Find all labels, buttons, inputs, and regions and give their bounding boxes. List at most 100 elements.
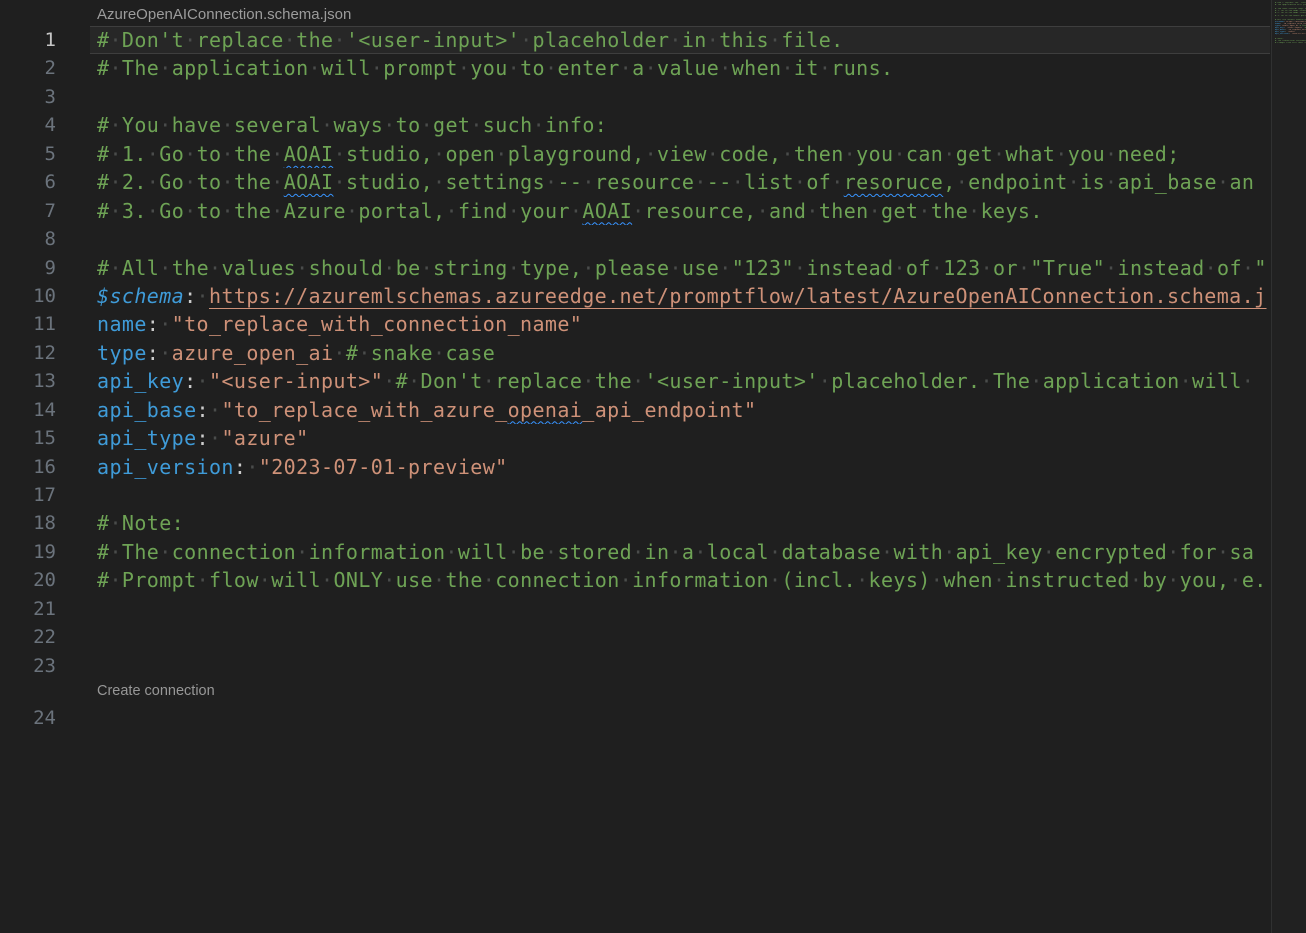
- line-number: 19: [0, 538, 56, 566]
- code-segment: api_base: [97, 398, 197, 422]
- code-segment: "2023-07-01-preview": [259, 455, 508, 479]
- code-segment: :·: [234, 455, 259, 479]
- code-row: 3: [0, 83, 1270, 111]
- line-number: 9: [0, 254, 56, 282]
- code-segment: :·: [197, 426, 222, 450]
- code-segment: #·Prompt·flow·will·ONLY·use·the·connecti…: [97, 568, 1267, 592]
- code-segment: "<user-input>": [209, 369, 383, 393]
- file-title: AzureOpenAIConnection.schema.json: [97, 6, 351, 26]
- line-number: 20: [0, 566, 56, 594]
- code-row: 19 #·The·connection·information·will·be·s…: [0, 538, 1270, 566]
- code-segment: :·: [147, 312, 172, 336]
- code-segment: ·studio,·open·playground,·view·code,·the…: [333, 142, 1179, 166]
- code-line[interactable]: #·All·the·values·should·be·string·type,·…: [90, 254, 1270, 282]
- code-segment: _api_endpoint": [582, 398, 756, 422]
- code-segment: ·#·snake·case: [333, 341, 495, 365]
- code-segment: #·Don't·replace·the·'<user-input>'·place…: [97, 28, 844, 52]
- code-line[interactable]: api_base:·"to_replace_with_azure_openai_…: [90, 396, 1270, 424]
- code-line[interactable]: [90, 225, 1270, 253]
- code-line[interactable]: #·1.·Go·to·the·AOAI·studio,·open·playgro…: [90, 140, 1270, 168]
- code-segment: :·: [184, 369, 209, 393]
- code-line[interactable]: [90, 595, 1270, 623]
- code-segment: api_key: [97, 369, 184, 393]
- code-row: 9 #·All·the·values·should·be·string·type,…: [0, 254, 1270, 282]
- minimap-line: # 3. Go to the Azure portal, find your A…: [1275, 15, 1306, 17]
- code-segment: #·3.·Go·to·the·Azure·portal,·find·your·: [97, 199, 582, 223]
- code-row: 15 api_type:·"azure": [0, 424, 1270, 452]
- line-number: 5: [0, 140, 56, 168]
- minimap-line: [1275, 50, 1306, 52]
- code-row: 20 #·Prompt·flow·will·ONLY·use·the·connec…: [0, 566, 1270, 594]
- code-segment: #·The·connection·information·will·be·sto…: [97, 540, 1254, 564]
- line-number: 6: [0, 168, 56, 196]
- code-line[interactable]: #·You·have·several·ways·to·get·such·info…: [90, 111, 1270, 139]
- minimap[interactable]: # Don't replace the '<user-input>' place…: [1271, 0, 1306, 933]
- code-line[interactable]: type:·azure_open_ai·#·snake·case: [90, 339, 1270, 367]
- code-area[interactable]: 1 #·Don't·replace·the·'<user-input>'·plac…: [0, 26, 1270, 933]
- code-segment: #·The·application·will·prompt·you·to·ent…: [97, 56, 893, 80]
- line-number: 1: [0, 26, 56, 54]
- code-segment: resoruce: [844, 170, 944, 194]
- code-row: 18 #·Note:: [0, 509, 1270, 537]
- code-segment: AOAI: [284, 142, 334, 166]
- code-line[interactable]: $schema:·https://azuremlschemas.azureedg…: [90, 282, 1270, 310]
- code-line[interactable]: #·Don't·replace·the·'<user-input>'·place…: [90, 26, 1270, 54]
- code-segment: #·1.·Go·to·the·: [97, 142, 284, 166]
- code-segment: :·: [184, 284, 209, 308]
- code-segment: name: [97, 312, 147, 336]
- code-segment: #·Note:: [97, 511, 184, 535]
- code-line[interactable]: [90, 652, 1270, 680]
- minimap-line: api_version: "2023-07-01-preview": [1275, 33, 1306, 35]
- codelens-row: Create connection: [0, 680, 1270, 704]
- line-number: 2: [0, 54, 56, 82]
- code-row: 24: [0, 704, 1270, 732]
- line-number: 21: [0, 595, 56, 623]
- code-line[interactable]: #·The·application·will·prompt·you·to·ent…: [90, 54, 1270, 82]
- line-number: 7: [0, 197, 56, 225]
- code-line[interactable]: #·Note:: [90, 509, 1270, 537]
- code-row: 14api_base:·"to_replace_with_azure_opena…: [0, 396, 1270, 424]
- code-line[interactable]: api_type:·"azure": [90, 424, 1270, 452]
- code-row: 10$schema:·https://azuremlschemas.azuree…: [0, 282, 1270, 310]
- code-segment: api_type: [97, 426, 197, 450]
- line-number: 4: [0, 111, 56, 139]
- code-line[interactable]: #·2.·Go·to·the·AOAI·studio,·settings·--·…: [90, 168, 1270, 196]
- code-line[interactable]: [90, 704, 1270, 732]
- code-segment: :·: [147, 341, 172, 365]
- code-line[interactable]: #·Prompt·flow·will·ONLY·use·the·connecti…: [90, 566, 1270, 594]
- code-line[interactable]: [90, 623, 1270, 651]
- code-row: 16 api_version:·"2023-07-01-preview": [0, 453, 1270, 481]
- code-row: 5 #·1.·Go·to·the·AOAI·studio,·open·playgr…: [0, 140, 1270, 168]
- code-row: 6 #·2.·Go·to·the·AOAI·studio,·settings·--…: [0, 168, 1270, 196]
- code-row: 2 #·The·application·will·prompt·you·to·en…: [0, 54, 1270, 82]
- code-row: 23: [0, 652, 1270, 680]
- code-line[interactable]: #·The·connection·information·will·be·sto…: [90, 538, 1270, 566]
- line-number: 11: [0, 310, 56, 338]
- code-line[interactable]: api_key:·"<user-input>"·#·Don't·replace·…: [90, 367, 1270, 395]
- code-row: 7 #·3.·Go·to·the·Azure·portal,·find·your·…: [0, 197, 1270, 225]
- code-segment: $schema: [97, 284, 184, 308]
- code-segment: AOAI: [582, 199, 632, 223]
- code-row: 13 api_key:·"<user-input>"·#·Don't·replac…: [0, 367, 1270, 395]
- code-row: 17: [0, 481, 1270, 509]
- code-row: 22: [0, 623, 1270, 651]
- code-segment: "to_replace_with_azure_: [221, 398, 507, 422]
- code-segment: :·: [197, 398, 222, 422]
- code-segment: "to_replace_with_connection_name": [172, 312, 583, 336]
- line-number: 12: [0, 339, 56, 367]
- code-row: 8: [0, 225, 1270, 253]
- code-line[interactable]: #·3.·Go·to·the·Azure·portal,·find·your·A…: [90, 197, 1270, 225]
- code-line[interactable]: name:·"to_replace_with_connection_name": [90, 310, 1270, 338]
- line-number: 23: [0, 652, 56, 680]
- code-line[interactable]: [90, 83, 1270, 111]
- line-number: 13: [0, 367, 56, 395]
- code-segment: AOAI: [284, 170, 334, 194]
- minimap-line: # The application will prompt you to ent…: [1275, 4, 1306, 6]
- line-number: 18: [0, 509, 56, 537]
- code-line[interactable]: api_version:·"2023-07-01-preview": [90, 453, 1270, 481]
- line-number: 16: [0, 453, 56, 481]
- code-line[interactable]: [90, 481, 1270, 509]
- code-segment: ·studio,·settings·--·resource·--·list·of…: [333, 170, 843, 194]
- create-connection-link[interactable]: Create connection: [97, 683, 215, 699]
- line-number: 15: [0, 424, 56, 452]
